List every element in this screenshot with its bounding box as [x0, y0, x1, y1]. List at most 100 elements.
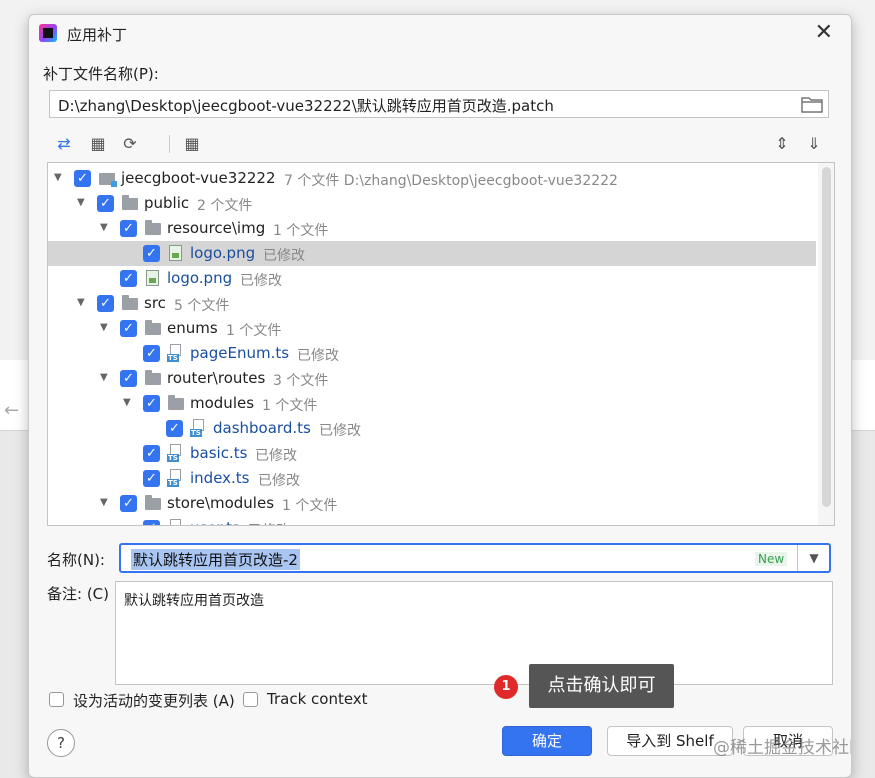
tree-item-name: basic.ts: [190, 444, 248, 462]
help-button[interactable]: ?: [47, 729, 75, 757]
tree-row[interactable]: ✓ logo.png 已修改: [48, 241, 816, 266]
app-logo-icon: [39, 24, 57, 42]
folder-icon: [145, 370, 161, 385]
row-checkbox[interactable]: ✓: [74, 170, 91, 187]
expand-arrow-icon[interactable]: ▼: [77, 197, 85, 208]
tree-item-meta: 7 个文件 D:\zhang\Desktop\jeecgboot-vue3222…: [284, 173, 618, 189]
scrollbar-thumb[interactable]: [822, 167, 831, 507]
tree-item-meta: 5 个文件: [174, 298, 230, 314]
row-checkbox[interactable]: ✓: [143, 345, 160, 362]
tree-item-meta: 已修改: [263, 248, 305, 264]
row-checkbox[interactable]: ✓: [120, 370, 137, 387]
move-to-changelist-icon[interactable]: ▦: [87, 133, 109, 155]
row-checkbox[interactable]: ✓: [143, 445, 160, 462]
patch-path-field[interactable]: D:\zhang\Desktop\jeecgboot-vue32222\默认跳转…: [49, 90, 829, 118]
tree-row[interactable]: ▼ ✓ resource\img 1 个文件: [48, 216, 816, 241]
expand-arrow-icon[interactable]: ▼: [100, 322, 108, 333]
patch-path-value: D:\zhang\Desktop\jeecgboot-vue32222\默认跳转…: [58, 97, 554, 115]
group-by-icon[interactable]: ▦: [181, 133, 203, 155]
folder-icon: [122, 295, 138, 310]
typescript-file-icon: TS: [167, 444, 185, 462]
folder-icon: [168, 395, 184, 410]
row-checkbox[interactable]: ✓: [120, 220, 137, 237]
tree-row[interactable]: ✓ TS user.ts 已修改: [48, 516, 816, 525]
tree-item-name: modules: [190, 394, 255, 412]
expand-arrow-icon[interactable]: ▼: [77, 297, 85, 308]
tree-item-name: public: [144, 194, 190, 212]
tree-item-name: dashboard.ts: [213, 419, 311, 437]
new-badge: New: [755, 552, 788, 566]
tree-item-meta: 1 个文件: [262, 398, 318, 414]
tree-row[interactable]: ▼ ✓ router\routes 3 个文件: [48, 366, 816, 391]
tree-row[interactable]: ✓ logo.png 已修改: [48, 266, 816, 291]
tree-scrollbar[interactable]: [818, 163, 834, 525]
tree-row[interactable]: ▼ ✓ enums 1 个文件: [48, 316, 816, 341]
folder-icon: [145, 220, 161, 235]
tree-row[interactable]: ✓ TS pageEnum.ts 已修改: [48, 341, 816, 366]
expand-arrow-icon[interactable]: ▼: [100, 372, 108, 383]
row-checkbox[interactable]: ✓: [120, 320, 137, 337]
tree-item-meta: 1 个文件: [282, 498, 338, 514]
tree-item-meta: 已修改: [297, 348, 339, 364]
row-checkbox[interactable]: ✓: [166, 420, 183, 437]
typescript-file-icon: TS: [167, 519, 185, 525]
expand-arrow-icon[interactable]: ▼: [123, 397, 131, 408]
tree-item-name: user.ts: [190, 519, 240, 525]
tree-item-name: pageEnum.ts: [190, 344, 290, 362]
annotation-badge: 1: [494, 675, 518, 699]
folder-icon: [145, 320, 161, 335]
row-checkbox[interactable]: ✓: [120, 270, 137, 287]
collapse-all-icon[interactable]: ⇓: [803, 133, 825, 155]
tree-item-name: enums: [167, 319, 218, 337]
row-checkbox[interactable]: ✓: [143, 395, 160, 412]
row-checkbox[interactable]: ✓: [143, 470, 160, 487]
row-checkbox[interactable]: ✓: [143, 520, 160, 525]
show-diff-icon[interactable]: ⇄: [53, 133, 75, 155]
tree-item-meta: 3 个文件: [273, 373, 329, 389]
tree-row[interactable]: ✓ TS basic.ts 已修改: [48, 441, 816, 466]
expand-arrow-icon[interactable]: ▼: [100, 497, 108, 508]
tree-item-meta: 已修改: [240, 273, 282, 289]
tree-row[interactable]: ▼ ✓ public 2 个文件: [48, 191, 816, 216]
tree-row[interactable]: ✓ TS index.ts 已修改: [48, 466, 816, 491]
tree-item-meta: 已修改: [255, 448, 297, 464]
apply-patch-dialog: 应用补丁 ✕ 补丁文件名称(P): D:\zhang\Desktop\jeecg…: [28, 14, 852, 778]
expand-arrow-icon[interactable]: ▼: [100, 222, 108, 233]
expand-all-icon[interactable]: ⇕: [771, 133, 793, 155]
changes-tree[interactable]: ▼ ✓ jeecgboot-vue32222 7 个文件 D:\zhang\Deskt…: [47, 162, 835, 526]
patch-name-value: 默认跳转应用首页改造-2: [131, 549, 300, 570]
browse-folder-icon[interactable]: [801, 94, 823, 114]
background-back-arrow-icon: ←: [4, 400, 20, 421]
tree-item-meta: 已修改: [319, 423, 361, 439]
tree-item-meta: 已修改: [258, 473, 300, 489]
track-context-label: Track context: [267, 690, 368, 708]
active-changelist-checkbox[interactable]: [49, 692, 64, 707]
toolbar-separator: [169, 135, 170, 153]
name-dropdown-chevron-down-icon[interactable]: ▼: [797, 545, 830, 571]
close-button[interactable]: ✕: [815, 20, 833, 46]
expand-arrow-icon[interactable]: ▼: [54, 172, 62, 183]
tree-row[interactable]: ▼ ✓ src 5 个文件: [48, 291, 816, 316]
patch-name-input[interactable]: 默认跳转应用首页改造-2 New ▼: [119, 543, 831, 573]
tree-row[interactable]: ▼ ✓ modules 1 个文件: [48, 391, 816, 416]
image-file-icon: [146, 270, 159, 286]
row-checkbox[interactable]: ✓: [97, 195, 114, 212]
row-checkbox[interactable]: ✓: [120, 495, 137, 512]
tree-item-name: store\modules: [167, 494, 275, 512]
track-context-checkbox[interactable]: [243, 692, 258, 707]
row-checkbox[interactable]: ✓: [143, 245, 160, 262]
tree-row[interactable]: ▼ ✓ jeecgboot-vue32222 7 个文件 D:\zhang\Deskt…: [48, 166, 816, 191]
tree-row[interactable]: ▼ ✓ store\modules 1 个文件: [48, 491, 816, 516]
dialog-title: 应用补丁: [67, 26, 128, 44]
ok-button[interactable]: 确定: [502, 726, 592, 756]
refresh-icon[interactable]: ⟳: [119, 133, 141, 155]
typescript-file-icon: TS: [167, 469, 185, 487]
note-value: 默认跳转应用首页改造: [124, 593, 264, 609]
row-checkbox[interactable]: ✓: [97, 295, 114, 312]
tree-row[interactable]: ✓ TS dashboard.ts 已修改: [48, 416, 816, 441]
tree-item-name: logo.png: [167, 269, 233, 287]
tree-item-name: jeecgboot-vue32222: [121, 169, 276, 187]
tree-item-meta: 2 个文件: [197, 198, 253, 214]
project-folder-icon: [99, 173, 117, 187]
note-textarea[interactable]: 默认跳转应用首页改造: [115, 581, 833, 685]
